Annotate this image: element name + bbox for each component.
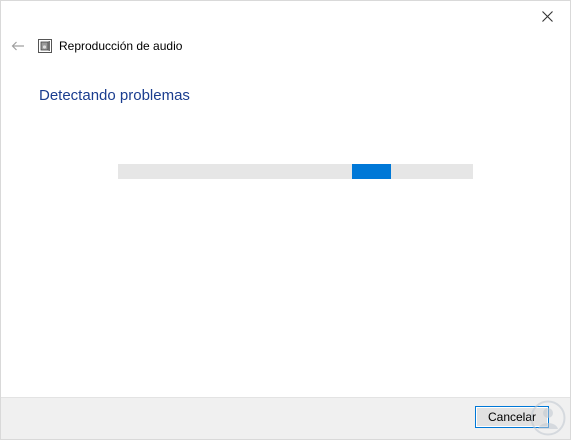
window-title: Reproducción de audio (59, 39, 183, 53)
troubleshooter-window: Reproducción de audio Detectando problem… (0, 0, 571, 440)
close-icon (541, 10, 553, 22)
page-heading: Detectando problemas (39, 87, 190, 104)
watermark-logo-icon (530, 400, 566, 436)
title-bar: Reproducción de audio (1, 35, 182, 57)
back-arrow-icon (11, 41, 24, 51)
footer-bar: Cancelar (1, 397, 570, 439)
progress-chunk (352, 164, 391, 179)
progress-bar (118, 164, 473, 179)
back-button[interactable] (3, 35, 33, 57)
close-button[interactable] (524, 1, 570, 31)
audio-troubleshooter-icon (37, 38, 53, 54)
